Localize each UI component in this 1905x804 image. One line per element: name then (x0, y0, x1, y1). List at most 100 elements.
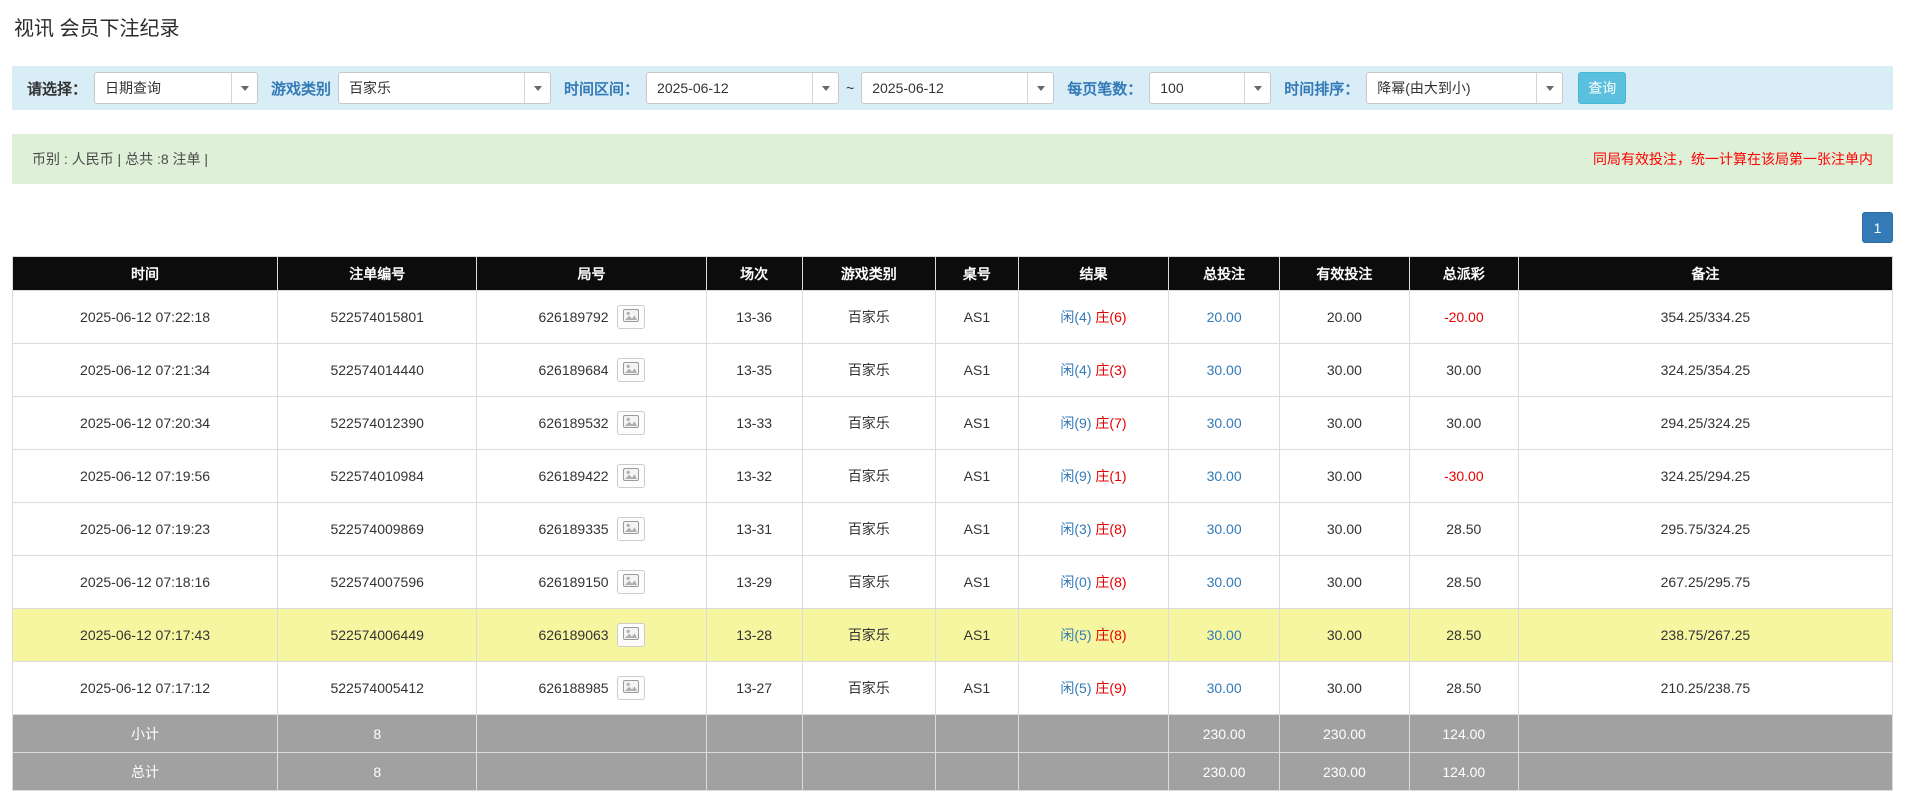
cell-total-bet: 30.00 (1168, 396, 1281, 450)
replay-video-button[interactable] (616, 411, 645, 435)
replay-video-button[interactable] (616, 676, 645, 700)
table-body: 2025-06-12 07:22:18 522574015801 626189792… (11, 290, 1894, 715)
replay-video-button[interactable] (616, 570, 645, 594)
replay-video-button[interactable] (616, 305, 645, 329)
column-header: 游戏类别 (801, 256, 937, 291)
cell-bet-id: 522574005412 (277, 661, 478, 715)
total-bet-link[interactable]: 30.00 (1207, 521, 1242, 537)
cell-game-type: 百家乐 (801, 343, 937, 397)
cell-game-type: 百家乐 (801, 661, 937, 715)
cell-round-id: 626189684 (476, 343, 707, 397)
summary-text: 币别 : 人民币 | 总共 :8 注单 | (32, 151, 209, 167)
cell-table-no: AS1 (935, 449, 1019, 503)
cell-game-type: 百家乐 (801, 396, 937, 450)
cell-round-id: 626189422 (476, 449, 707, 503)
notice-text: 同局有效投注，统一计算在该局第一张注单内 (1593, 151, 1873, 167)
cell-time: 2025-06-12 07:17:43 (11, 608, 279, 662)
search-button[interactable]: 查询 (1578, 72, 1627, 104)
cell-payout: 30.00 (1408, 343, 1519, 397)
result-player: 闲(0) (1060, 574, 1092, 590)
cell-session: 13-33 (705, 396, 803, 450)
page-size-group: 每页笔数： 100 (1067, 72, 1272, 104)
chevron-down-icon (1027, 73, 1053, 103)
cell-bet-id: 522574010984 (277, 449, 478, 503)
footer-total-bet: 230.00 (1168, 714, 1281, 753)
cell-session: 13-35 (705, 343, 803, 397)
time-range-label: 时间区间： (564, 80, 640, 98)
cell-note: 324.25/354.25 (1517, 343, 1894, 397)
query-type-select[interactable]: 日期查询 (94, 72, 259, 104)
replay-video-button[interactable] (616, 517, 645, 541)
total-bet-link[interactable]: 30.00 (1207, 680, 1242, 696)
video-replay-icon (622, 362, 639, 378)
chevron-down-icon (812, 73, 838, 103)
cell-time: 2025-06-12 07:20:34 (11, 396, 279, 450)
video-replay-icon (622, 521, 639, 537)
result-player: 闲(5) (1060, 627, 1092, 643)
replay-video-button[interactable] (616, 358, 645, 382)
sort-order-label: 时间排序： (1284, 80, 1360, 98)
result-banker: 庄(8) (1095, 574, 1127, 590)
date-to-select[interactable]: 2025-06-12 (861, 72, 1055, 104)
column-header: 有效投注 (1279, 256, 1410, 291)
result-banker: 庄(3) (1095, 362, 1127, 378)
column-header: 总派彩 (1408, 256, 1519, 291)
page-button-1[interactable]: 1 (1862, 212, 1893, 243)
cell-game-type: 百家乐 (801, 608, 937, 662)
video-replay-icon (622, 627, 639, 643)
bet-row: 2025-06-12 07:17:43 522574006449 626189063… (11, 608, 1894, 662)
cell-time: 2025-06-12 07:19:56 (11, 449, 279, 503)
column-header: 场次 (705, 256, 803, 291)
date-from-select[interactable]: 2025-06-12 (646, 72, 840, 104)
chevron-down-icon (524, 73, 550, 103)
page-title: 视讯 会员下注纪录 (14, 18, 180, 40)
cell-total-bet: 30.00 (1168, 449, 1281, 503)
cell-table-no: AS1 (935, 502, 1019, 556)
total-bet-link[interactable]: 30.00 (1207, 627, 1242, 643)
cell-total-bet: 30.00 (1168, 555, 1281, 609)
result-player: 闲(5) (1060, 680, 1092, 696)
bet-row: 2025-06-12 07:17:12 522574005412 626188985… (11, 661, 1894, 715)
query-type-label: 请选择： (27, 80, 88, 98)
cell-table-no: AS1 (935, 555, 1019, 609)
cell-valid-bet: 30.00 (1279, 661, 1410, 715)
cell-valid-bet: 30.00 (1279, 343, 1410, 397)
cell-round-id: 626189335 (476, 502, 707, 556)
round-id-text: 626189422 (538, 468, 609, 484)
video-replay-icon (622, 415, 639, 431)
column-header: 时间 (11, 256, 279, 291)
sort-order-select[interactable]: 降幂(由大到小) (1366, 72, 1564, 104)
game-type-select[interactable]: 百家乐 (338, 72, 552, 104)
total-bet-link[interactable]: 30.00 (1207, 468, 1242, 484)
column-header: 局号 (476, 256, 707, 291)
cell-game-type: 百家乐 (801, 555, 937, 609)
replay-video-button[interactable] (616, 623, 645, 647)
game-type-group: 游戏类别 百家乐 (271, 72, 552, 104)
replay-video-button[interactable] (616, 464, 645, 488)
date-range-separator: ~ (846, 80, 855, 96)
page-size-select[interactable]: 100 (1149, 72, 1272, 104)
query-type-group: 请选择： 日期查询 (27, 72, 259, 104)
cell-time: 2025-06-12 07:22:18 (11, 290, 279, 344)
bet-row: 2025-06-12 07:21:34 522574014440 626189684… (11, 343, 1894, 397)
bet-row: 2025-06-12 07:20:34 522574012390 626189532… (11, 396, 1894, 450)
total-bet-link[interactable]: 30.00 (1207, 574, 1242, 590)
total-bet-link[interactable]: 30.00 (1207, 415, 1242, 431)
total-bet-link[interactable]: 30.00 (1207, 362, 1242, 378)
cell-bet-id: 522574015801 (277, 290, 478, 344)
column-header: 结果 (1017, 256, 1170, 291)
total-bet-link[interactable]: 20.00 (1207, 309, 1242, 325)
filter-bar: 请选择： 日期查询 游戏类别 百家乐 时间区间： 2025-06-12 ~ 20… (12, 66, 1893, 110)
cell-result: 闲(4) 庄(6) (1017, 290, 1170, 344)
column-header: 桌号 (935, 256, 1019, 291)
cell-table-no: AS1 (935, 661, 1019, 715)
result-player: 闲(9) (1060, 468, 1092, 484)
round-id-text: 626189532 (538, 415, 609, 431)
game-type-label: 游戏类别 (271, 80, 332, 98)
bet-row: 2025-06-12 07:19:56 522574010984 626189422… (11, 449, 1894, 503)
video-replay-icon (622, 309, 639, 325)
page: 视讯 会员下注纪录 请选择： 日期查询 游戏类别 百家乐 时间区间： 2025-… (0, 0, 1905, 804)
footer-valid-bet: 230.00 (1279, 752, 1410, 791)
cell-bet-id: 522574014440 (277, 343, 478, 397)
footer-count: 8 (277, 714, 478, 753)
